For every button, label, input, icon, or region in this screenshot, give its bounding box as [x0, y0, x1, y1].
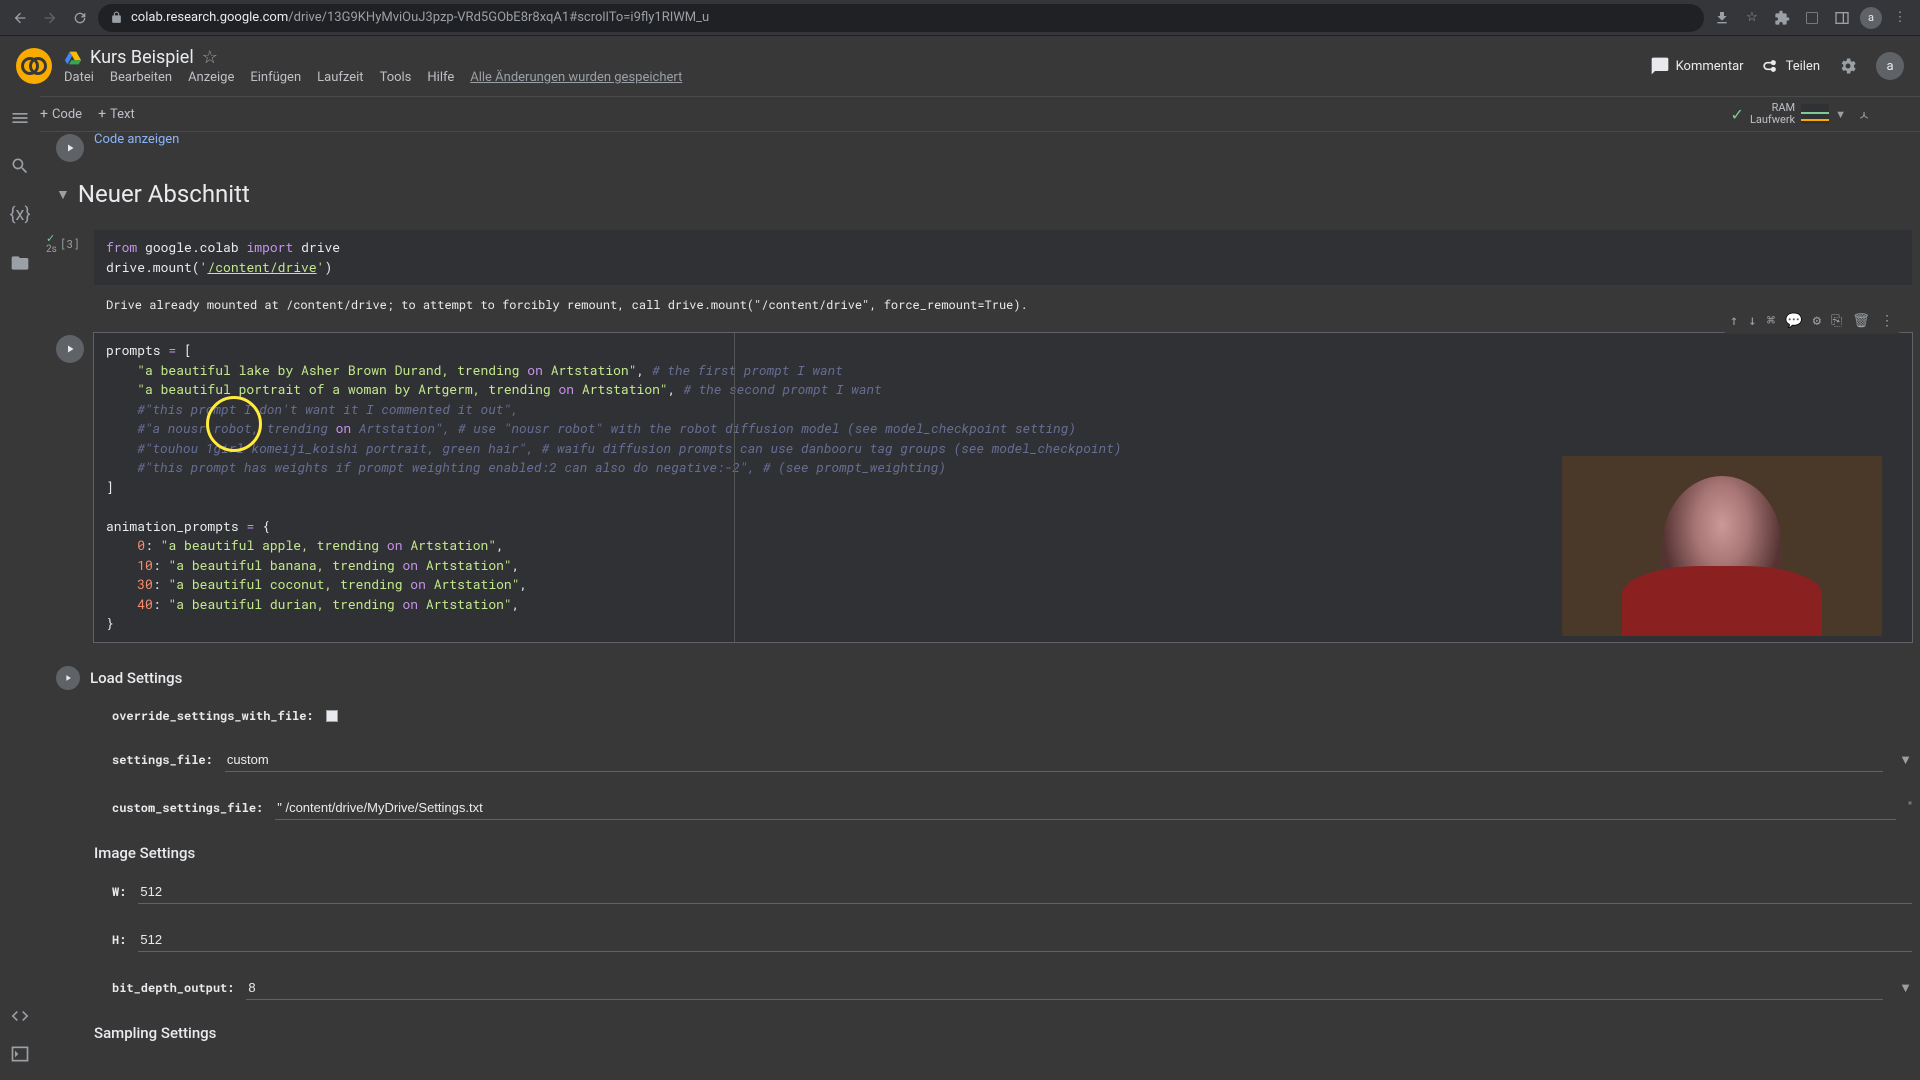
settings-file-label: settings_file:: [112, 752, 213, 768]
menu-insert[interactable]: Einfügen: [250, 70, 301, 85]
comment-button[interactable]: Kommentar: [1650, 56, 1744, 76]
code-cell-mount: ✓ 2s [3] from google.colab import drive …: [56, 230, 1912, 285]
search-icon[interactable]: [10, 156, 30, 176]
override-label: override_settings_with_file:: [112, 708, 314, 724]
cell-settings-icon[interactable]: ⚙: [1813, 309, 1821, 330]
h-input[interactable]: [138, 928, 1912, 952]
check-icon: ✓: [1731, 105, 1744, 124]
mirror-icon[interactable]: ⎘: [1831, 309, 1842, 330]
webcam-overlay: [1562, 456, 1882, 636]
share-icon: [1760, 56, 1780, 76]
star-bookmark-icon[interactable]: ☆: [1740, 6, 1764, 30]
section-title[interactable]: Neuer Abschnitt: [78, 180, 250, 208]
reload-icon[interactable]: [68, 6, 92, 30]
collapse-up-icon[interactable]: ㅅ: [1858, 105, 1870, 124]
cell-exec-count: [3]: [60, 236, 80, 253]
w-input[interactable]: [138, 880, 1912, 904]
dropdown-icon[interactable]: ▼: [1899, 752, 1912, 768]
image-settings-section: Image Settings W: H: bit_depth_output: ▼: [94, 844, 1912, 1000]
code-editor[interactable]: [3] from google.colab import drive drive…: [94, 230, 1912, 285]
menu-tools[interactable]: Tools: [380, 70, 412, 85]
link-icon[interactable]: ⌘: [1767, 309, 1775, 330]
custom-settings-label: custom_settings_file:: [112, 800, 263, 816]
bit-depth-input[interactable]: [246, 976, 1883, 1000]
browser-chrome-bar: colab.research.google.com/drive/13G9KHyM…: [0, 0, 1920, 36]
profile-avatar-colab[interactable]: a: [1876, 52, 1904, 80]
load-settings-section: Load Settings override_settings_with_fil…: [94, 666, 1912, 820]
forward-icon[interactable]: [38, 6, 62, 30]
custom-settings-input[interactable]: [275, 796, 1896, 820]
runtime-status[interactable]: ✓ RAM Laufwerk ▼: [1731, 102, 1847, 126]
address-bar[interactable]: colab.research.google.com/drive/13G9KHyM…: [98, 4, 1704, 32]
comment-icon: [1650, 56, 1670, 76]
section-collapse-icon[interactable]: ▼: [56, 186, 70, 203]
share-button[interactable]: Teilen: [1760, 56, 1820, 76]
tabs-icon[interactable]: [1800, 6, 1824, 30]
add-text-button[interactable]: +Text: [98, 106, 135, 122]
menu-file[interactable]: Datei: [64, 70, 94, 85]
variables-icon[interactable]: {x}: [9, 204, 30, 225]
image-settings-heading: Image Settings: [94, 844, 195, 862]
sampling-settings-section: Sampling Settings: [94, 1024, 1912, 1042]
run-button[interactable]: [56, 666, 80, 690]
resource-chart-icon: [1801, 104, 1829, 124]
code-snippets-icon[interactable]: [10, 1006, 30, 1026]
side-panel-icon[interactable]: [1830, 6, 1854, 30]
bit-depth-label: bit_depth_output:: [112, 980, 234, 996]
star-icon[interactable]: ☆: [202, 47, 218, 68]
extensions-icon[interactable]: [1770, 6, 1794, 30]
move-down-icon[interactable]: ↓: [1748, 309, 1756, 330]
colab-logo-icon[interactable]: [16, 48, 52, 84]
save-status[interactable]: Alle Änderungen wurden gespeichert: [470, 70, 682, 85]
left-sidebar-rail: {x}: [0, 96, 40, 1080]
cell-output: Drive already mounted at /content/drive;…: [94, 293, 1912, 317]
terminal-icon[interactable]: [10, 1044, 30, 1064]
url-host: colab.research.google.com/drive/13G9KHyM…: [131, 10, 709, 25]
toc-icon[interactable]: [10, 108, 30, 128]
sampling-settings-heading: Sampling Settings: [94, 1024, 216, 1042]
menu-dots-icon[interactable]: ⋮: [1888, 6, 1912, 30]
collapsed-code-cell: Code anzeigen: [56, 132, 1912, 162]
w-label: W:: [112, 884, 126, 900]
menu-help[interactable]: Hilfe: [427, 70, 454, 85]
colab-header: Kurs Beispiel ☆ Datei Bearbeiten Anzeige…: [0, 36, 1920, 96]
menu-runtime[interactable]: Laufzeit: [317, 70, 363, 85]
menu-view[interactable]: Anzeige: [188, 70, 234, 85]
comment-cell-icon[interactable]: 💬: [1785, 309, 1802, 330]
notebook-toolbar: +Code +Text ✓ RAM Laufwerk ▼ ㅅ: [0, 96, 1920, 132]
run-button[interactable]: [56, 335, 84, 363]
quote-end: ": [1908, 800, 1912, 815]
runtime-dropdown-icon[interactable]: ▼: [1835, 108, 1846, 121]
run-button[interactable]: [56, 134, 84, 162]
dropdown-icon[interactable]: ▼: [1899, 980, 1912, 996]
settings-file-input[interactable]: [225, 748, 1883, 772]
add-code-button[interactable]: +Code: [40, 106, 82, 122]
document-menu: Datei Bearbeiten Anzeige Einfügen Laufze…: [64, 70, 1638, 85]
move-up-icon[interactable]: ↑: [1730, 309, 1738, 330]
override-checkbox[interactable]: [326, 710, 338, 722]
cell-menu-icon[interactable]: ⋮: [1880, 309, 1894, 330]
settings-gear-icon[interactable]: [1836, 54, 1860, 78]
show-code-link[interactable]: Code anzeigen: [94, 132, 179, 147]
cell-action-toolbar: ↑ ↓ ⌘ 💬 ⚙ ⎘ 🗑 ⋮: [1724, 305, 1900, 334]
delete-icon[interactable]: 🗑: [1852, 309, 1870, 330]
menu-edit[interactable]: Bearbeiten: [110, 70, 172, 85]
h-label: H:: [112, 932, 126, 948]
files-icon[interactable]: [10, 253, 30, 273]
back-icon[interactable]: [8, 6, 32, 30]
install-icon[interactable]: [1710, 6, 1734, 30]
lock-icon: [110, 11, 123, 24]
drive-icon: [64, 49, 82, 67]
load-settings-heading: Load Settings: [90, 669, 182, 687]
profile-avatar-chrome[interactable]: a: [1860, 7, 1882, 29]
document-title[interactable]: Kurs Beispiel: [90, 47, 194, 68]
